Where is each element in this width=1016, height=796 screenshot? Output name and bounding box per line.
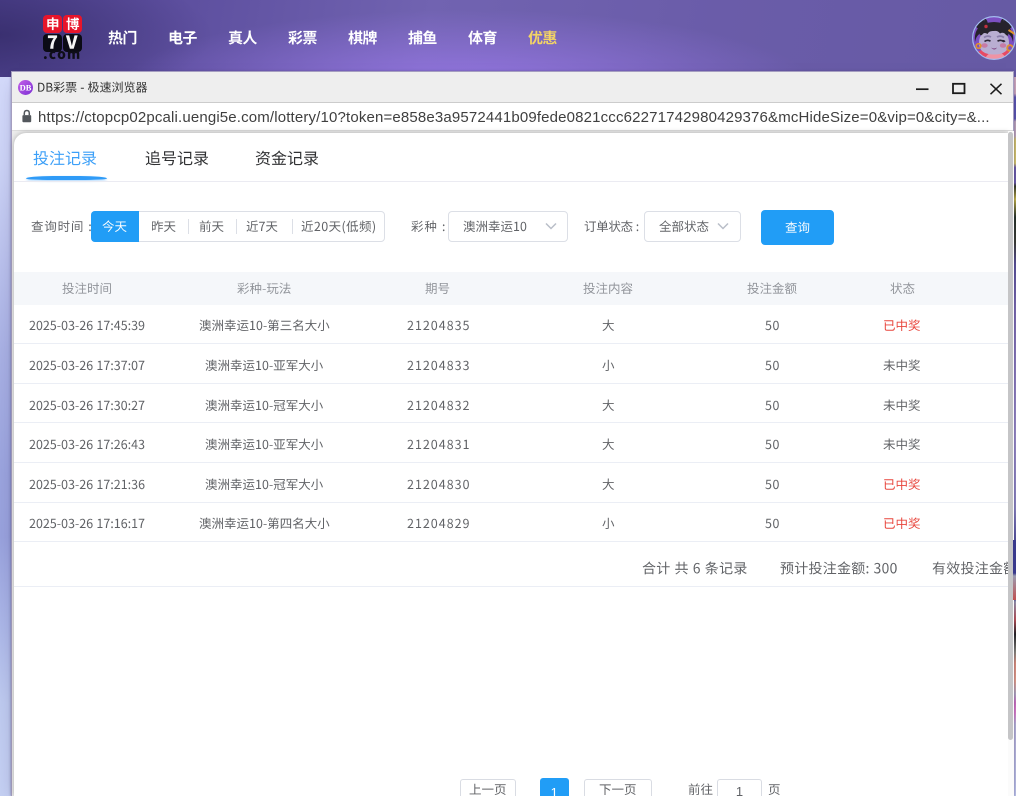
svg-text:DB: DB — [19, 83, 31, 93]
